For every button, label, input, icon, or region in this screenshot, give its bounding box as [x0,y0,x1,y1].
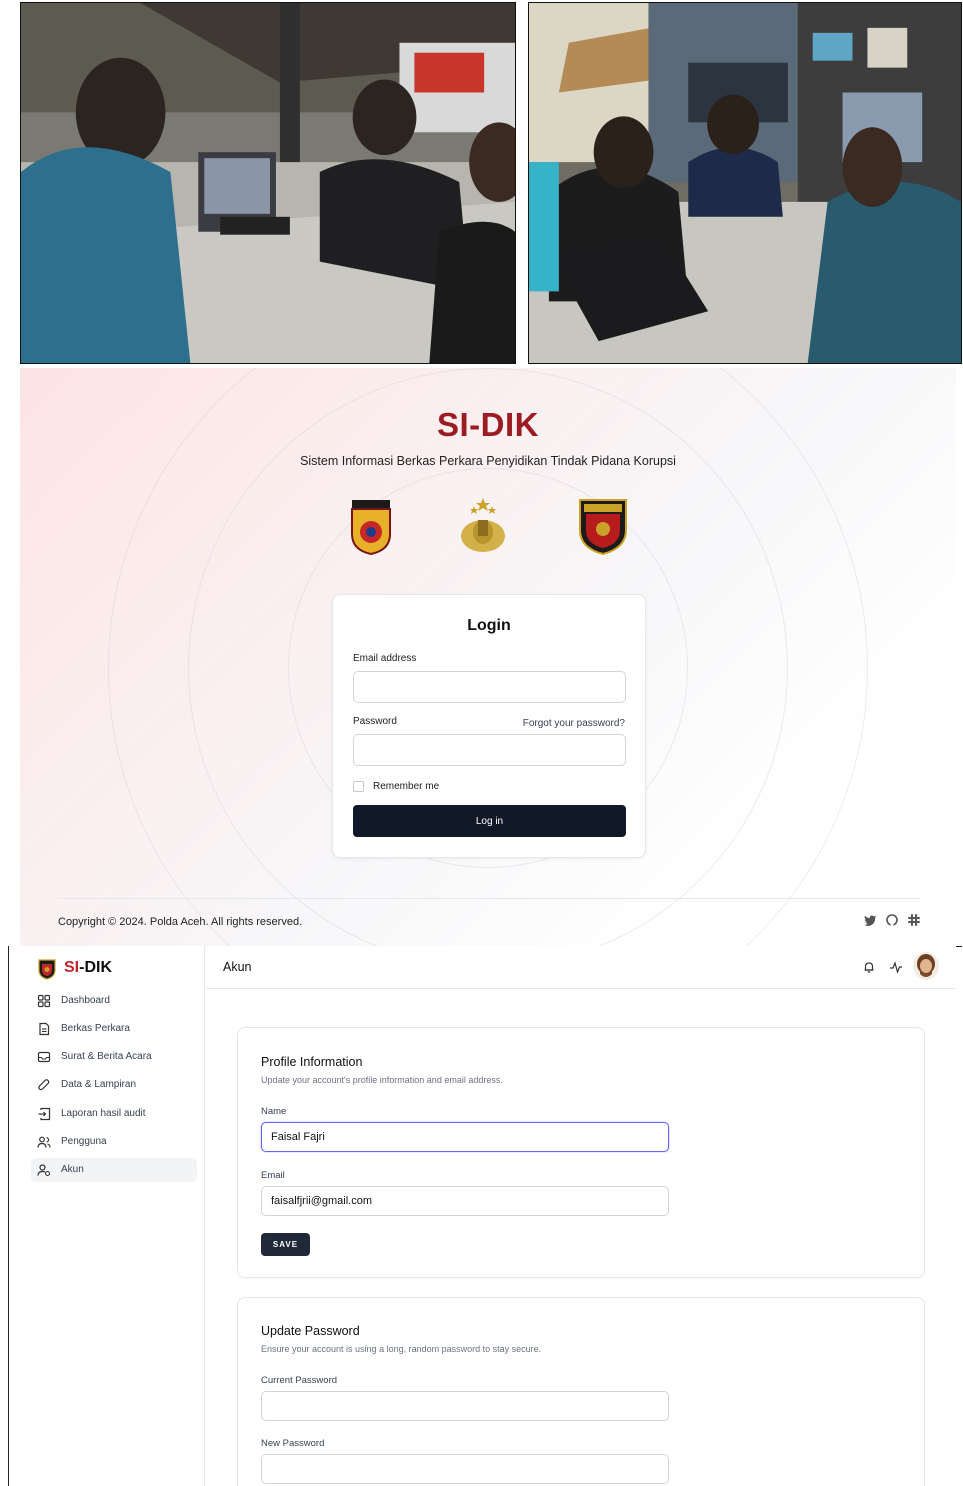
footer-divider [58,898,920,899]
inbox-icon [37,1051,51,1063]
meeting-photo-right [528,2,962,364]
copyright-text: Copyright © 2024. Polda Aceh. All rights… [58,916,303,928]
page-title: Akun [223,960,252,974]
remember-me-label: Remember me [373,781,440,792]
current-password-label: Current Password [261,1375,338,1386]
password-label: Password [353,716,397,727]
file-icon [39,1022,50,1036]
password-title: Update Password [261,1324,360,1338]
sidebar-item-label: Dashboard [61,995,110,1006]
polda-aceh-logo [351,500,391,556]
app-name[interactable]: SI-DIK [64,959,112,977]
user-settings-icon [37,1164,51,1177]
new-password-label: New Password [261,1438,325,1449]
sidebar: SI-DIK Dashboard Berkas Perkara Surat & … [9,946,205,1486]
app-name-dik: -DIK [79,959,113,976]
github-icon[interactable] [884,912,900,928]
sidebar-item-akun[interactable]: Akun [31,1158,197,1182]
login-page: SI-DIK Sistem Informasi Berkas Perkara P… [20,368,956,946]
app-name-si: SI [64,959,80,976]
current-password-field[interactable] [261,1391,669,1421]
app-logo[interactable] [37,958,57,980]
sidebar-item-pengguna[interactable]: Pengguna [31,1130,197,1154]
sidebar-item-label: Laporan hasil audit [61,1108,146,1119]
profile-information-panel: Profile Information Update your account'… [237,1027,925,1278]
sidebar-item-label: Data & Lampiran [61,1079,137,1090]
login-button[interactable]: Log in [353,805,626,837]
brand-title: SI-DIK [437,406,539,443]
password-field[interactable] [353,734,626,766]
sidebar-item-laporan-hasil-audit[interactable]: Laporan hasil audit [31,1102,197,1126]
sidebar-item-label: Akun [61,1164,84,1175]
top-bar: Akun [206,946,956,989]
report-icon [38,1107,51,1121]
login-card: Login Email address Password Forgot your… [332,594,646,858]
remember-me-checkbox[interactable] [353,781,364,792]
dashboard-icon [37,994,51,1008]
sidebar-item-berkas-perkara[interactable]: Berkas Perkara [31,1017,197,1041]
sidebar-item-surat-berita-acara[interactable]: Surat & Berita Acara [31,1045,197,1069]
profile-title: Profile Information [261,1055,363,1069]
meeting-photo-left [20,2,516,364]
password-subtitle: Ensure your account is using a long, ran… [261,1344,542,1354]
update-password-panel: Update Password Ensure your account is u… [237,1297,925,1486]
save-button[interactable]: SAVE [261,1233,310,1256]
profile-subtitle: Update your account's profile informatio… [261,1075,503,1085]
email-label: Email address [353,653,417,664]
email-field[interactable] [353,671,626,703]
twitter-icon[interactable] [862,912,878,928]
bell-icon[interactable] [862,960,876,974]
photo-row [0,0,963,368]
sidebar-item-data-lampiran[interactable]: Data & Lampiran [31,1073,197,1097]
brand-subtitle: Sistem Informasi Berkas Perkara Penyidik… [300,454,676,468]
name-field[interactable]: Faisal Fajri [261,1122,669,1152]
email-label: Email [261,1170,285,1181]
account-page: SI-DIK Dashboard Berkas Perkara Surat & … [8,946,956,1486]
users-icon [37,1136,51,1148]
main-content: Profile Information Update your account'… [206,990,956,1486]
forgot-password-link[interactable]: Forgot your password? [523,718,625,729]
sidebar-item-label: Pengguna [61,1136,107,1147]
email-field[interactable]: faisalfjrii@gmail.com [261,1186,669,1216]
sidebar-item-dashboard[interactable]: Dashboard [31,989,197,1013]
avatar[interactable] [913,952,939,980]
polri-emblem-logo [461,498,505,552]
subdit-tipikor-logo [579,499,627,556]
login-title: Login [467,617,511,634]
paperclip-icon [38,1079,50,1091]
name-label: Name [261,1106,287,1117]
sidebar-item-label: Surat & Berita Acara [61,1051,152,1062]
sidebar-item-label: Berkas Perkara [61,1023,130,1034]
slack-icon[interactable] [906,912,922,928]
activity-icon[interactable] [889,960,903,974]
new-password-field[interactable] [261,1454,669,1484]
